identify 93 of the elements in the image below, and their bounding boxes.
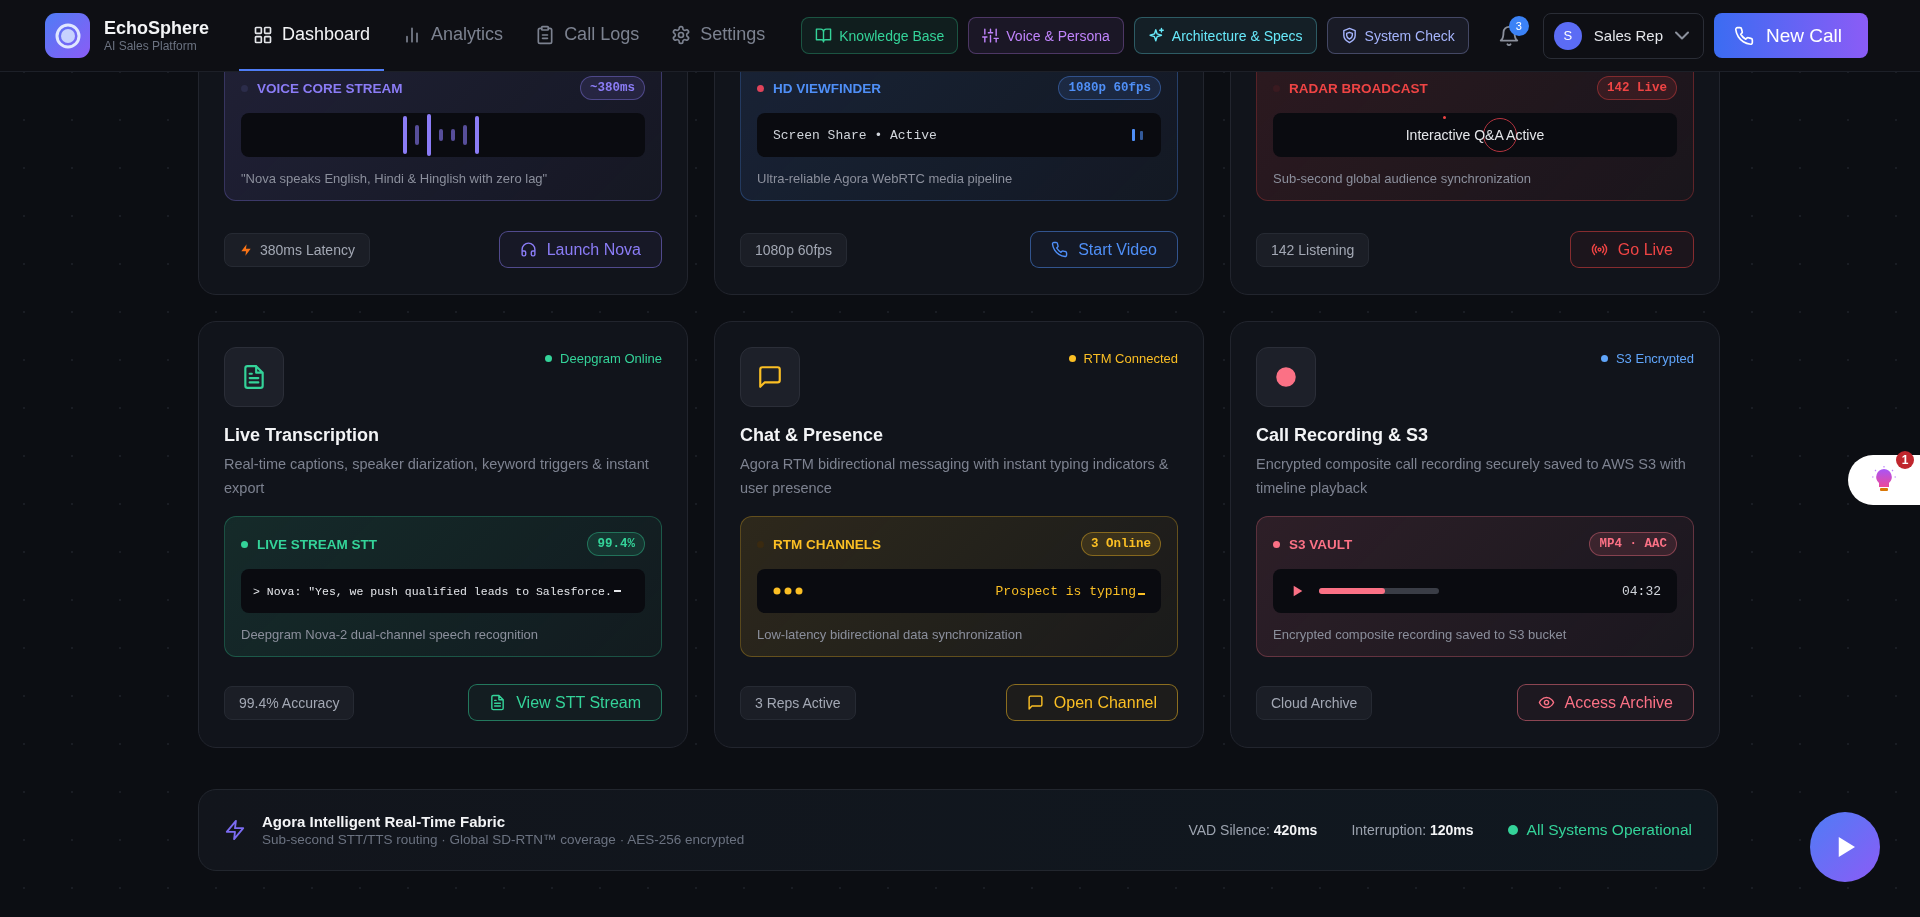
user-menu[interactable]: S Sales Rep (1542, 12, 1704, 59)
stat-chip: 99.4% Accuracy (224, 685, 355, 720)
stream-status-text: Screen Share • Active (773, 127, 937, 143)
card-description: Agora RTM bidirectional messaging with instant typing indicators & user presence (740, 455, 1170, 498)
lightning-icon (224, 819, 246, 841)
panel-badge: 99.4% (587, 532, 645, 556)
notification-count: 1 (1896, 451, 1914, 469)
nav-tab[interactable]: Analytics (388, 0, 518, 71)
stat-chip: 142 Listening (1256, 232, 1370, 267)
shield-icon (1340, 27, 1358, 44)
quick-link-button[interactable]: Knowledge Base (801, 17, 959, 54)
quick-link-button[interactable]: System Check (1326, 17, 1469, 54)
system-status-label: All Systems Operational (1526, 821, 1692, 839)
card-title: Call Recording & S3 (1256, 425, 1430, 446)
document-icon (489, 694, 507, 711)
transcript-line: > Nova: "Yes, we push qualified leads to Salesforce. (253, 584, 612, 598)
radar-blip (1442, 116, 1446, 119)
status-dot (1507, 825, 1518, 835)
chat-bubble-icon (757, 364, 783, 390)
metric-text: Interruption: 120ms (1351, 822, 1474, 838)
phone-icon (1051, 241, 1069, 258)
chevron-down-icon (1675, 31, 1689, 40)
lightning-icon (239, 242, 253, 257)
quick-link-button[interactable]: Voice & Persona (968, 17, 1124, 54)
panel-caption: Ultra-reliable Agora WebRTC media pipeline (757, 171, 1014, 186)
status-bar-subtitle: Sub-second STT/TTS routing · Global SD-RTN™ coverage · AES-256 encrypted (262, 832, 746, 847)
action-button[interactable]: Launch Nova (498, 231, 662, 268)
quick-link-button[interactable]: Architecture & Specs (1133, 17, 1317, 54)
stat-chip: 1080p 60fps (740, 232, 848, 267)
panel-badge: 142 Live (1597, 76, 1677, 100)
panel-title: RADAR BROADCAST (1289, 80, 1429, 96)
action-button[interactable]: Access Archive (1516, 684, 1694, 721)
status-label: Deepgram Online (560, 351, 662, 366)
action-button[interactable]: Start Video (1030, 231, 1178, 268)
panel-caption: Low-latency bidirectional data synchronization (757, 627, 1024, 642)
panel-title: VOICE CORE STREAM (257, 80, 404, 96)
panel-caption: Sub-second global audience synchronization (1273, 171, 1532, 186)
settings-icon (671, 24, 692, 45)
notification-count: 3 (1508, 15, 1529, 36)
panel-title: HD VIEWFINDER (773, 80, 882, 96)
panel-title: RTM CHANNELS (773, 536, 882, 552)
typing-dots-icon (773, 587, 803, 595)
notifications-button[interactable]: 3 (1488, 15, 1529, 56)
sliders-icon (982, 27, 1000, 44)
panel-caption: Deepgram Nova-2 dual-channel speech recognition (241, 627, 539, 642)
bell-icon (1497, 24, 1520, 47)
signal-bars-icon (1131, 128, 1145, 142)
status-label: S3 Encrypted (1615, 351, 1694, 366)
app-tagline: AI Sales Platform (104, 39, 198, 53)
document-icon (241, 364, 267, 390)
stat-chip: 3 Reps Active (740, 685, 856, 720)
panel-badge: MP4 · AAC (1589, 532, 1677, 556)
card-title: Chat & Presence (740, 425, 885, 446)
grid-icon (253, 24, 274, 45)
phone-icon (1734, 25, 1754, 46)
record-icon (1273, 364, 1299, 390)
status-label: RTM Connected (1083, 351, 1178, 366)
headphones-icon (519, 241, 537, 258)
clipboard-icon (535, 24, 556, 45)
user-avatar: S (1553, 21, 1582, 50)
action-button[interactable]: View STT Stream (468, 684, 662, 721)
action-button[interactable]: Open Channel (1005, 684, 1178, 721)
panel-title: LIVE STREAM STT (257, 536, 378, 552)
panel-title: S3 VAULT (1289, 536, 1354, 552)
user-name: Sales Rep (1593, 27, 1663, 44)
sparkle-icon (1147, 27, 1165, 44)
card-description: Real-time captions, speaker diarization, keyword triggers & instant export (224, 455, 650, 498)
metric-text: VAD Silence: 420ms (1188, 822, 1318, 838)
status-bar-title: Agora Intelligent Real-Time Fabric (262, 813, 507, 830)
typing-indicator-text: Prospect is typing (995, 583, 1136, 599)
app-name: EchoSphere (104, 18, 210, 39)
playback-time: 04:32 (1622, 583, 1661, 599)
book-icon (815, 27, 833, 44)
new-call-button[interactable]: New Call (1714, 13, 1869, 58)
app-logo (45, 13, 90, 58)
stream-status-text: Interactive Q&A Active (1405, 127, 1545, 143)
text-cursor (613, 590, 621, 592)
card-title: Live Transcription (224, 425, 381, 446)
nav-tab[interactable]: Settings (657, 0, 780, 71)
nav-tab[interactable]: Call Logs (521, 0, 654, 71)
stat-chip: 380ms Latency (224, 232, 370, 267)
text-cursor (1138, 592, 1145, 595)
action-button[interactable]: Go Live (1569, 231, 1694, 268)
panel-caption: Encrypted composite recording saved to S3 bucket (1273, 627, 1568, 642)
eye-icon (1537, 694, 1555, 711)
panel-badge: 1080p 60fps (1058, 76, 1161, 100)
stat-chip: Cloud Archive (1256, 685, 1373, 720)
broadcast-icon (1590, 241, 1608, 258)
chat-bubble-icon (1026, 694, 1044, 711)
card-description: Encrypted composite call recording securely saved to AWS S3 with timeline playback (1256, 455, 1687, 498)
panel-badge: 3 Online (1081, 532, 1161, 556)
panel-badge: ~380ms (580, 76, 645, 100)
panel-caption: "Nova speaks English, Hindi & Hinglish with zero lag" (241, 171, 549, 186)
